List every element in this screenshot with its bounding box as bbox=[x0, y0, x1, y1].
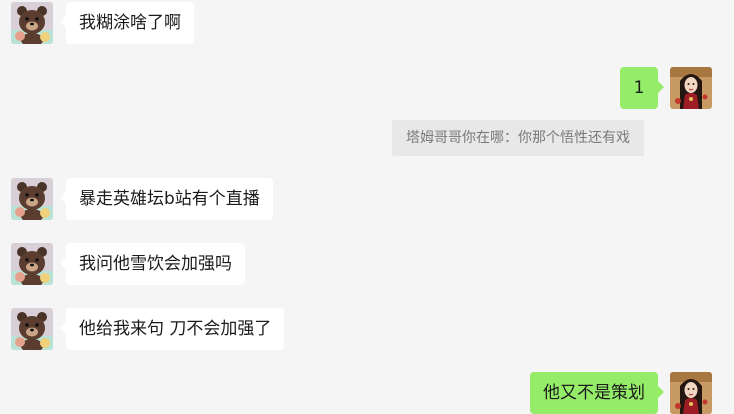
message-bubble[interactable]: 我糊涂啥了啊 bbox=[60, 2, 194, 44]
bear-avatar-icon[interactable] bbox=[11, 243, 53, 285]
red-robed-girl-avatar-icon[interactable] bbox=[670, 372, 712, 414]
message-text: 暴走英雄坛b站有个直播 bbox=[79, 189, 260, 209]
message-bubble[interactable]: 暴走英雄坛b站有个直播 bbox=[60, 178, 273, 220]
message-bubble[interactable]: 1 bbox=[620, 67, 664, 109]
message-bubble[interactable]: 我问他雪饮会加强吗 bbox=[60, 243, 245, 285]
message-text: 我问他雪饮会加强吗 bbox=[79, 254, 232, 274]
bear-avatar-icon[interactable] bbox=[11, 308, 53, 350]
message-bubble[interactable]: 他又不是策划 bbox=[530, 372, 664, 414]
chat-message-list[interactable]: 我糊涂啥了啊 1 塔姆哥哥你在哪：你那个悟性还有戏 暴走英雄坛b站有个直播 我问… bbox=[0, 0, 734, 414]
red-robed-girl-avatar-icon[interactable] bbox=[670, 67, 712, 109]
message-bubble[interactable]: 他给我来句 刀不会加强了 bbox=[59, 308, 285, 350]
message-text: 我糊涂啥了啊 bbox=[79, 13, 181, 33]
message-text: 1 bbox=[633, 78, 645, 98]
message-text: 他给我来句 刀不会加强了 bbox=[79, 319, 272, 339]
quoted-message-text: 塔姆哥哥你在哪：你那个悟性还有戏 bbox=[406, 130, 630, 146]
bear-avatar-icon[interactable] bbox=[11, 178, 53, 220]
bear-avatar-icon[interactable] bbox=[11, 2, 53, 44]
message-text: 他又不是策划 bbox=[543, 383, 645, 403]
quoted-message[interactable]: 塔姆哥哥你在哪：你那个悟性还有戏 bbox=[392, 120, 644, 156]
